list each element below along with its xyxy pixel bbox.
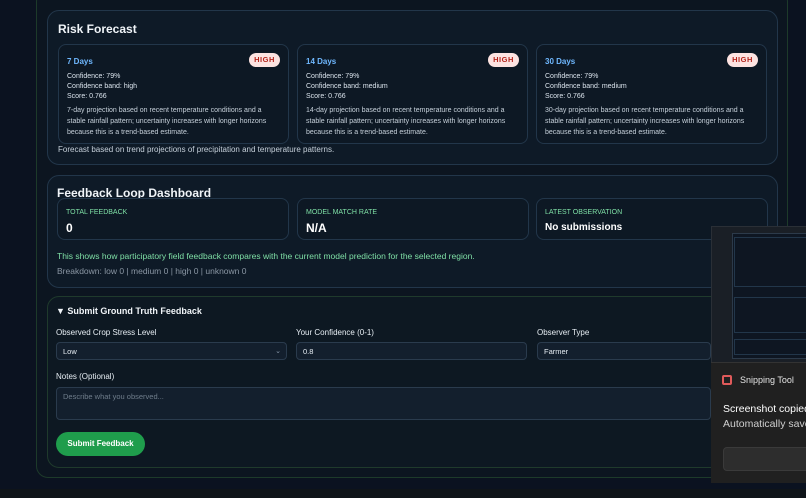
snipping-tool-icon [722,375,732,385]
forecast-band: Confidence band: medium [545,83,627,90]
snipping-tool-name: Snipping Tool [740,375,794,385]
metric-value: N/A [306,221,327,235]
submit-feedback-card [47,296,778,468]
forecast-days: 30 Days [545,57,576,66]
forecast-score: Score: 0.766 [545,93,585,100]
thumbnail-block [734,339,806,355]
risk-badge: HIGH [488,53,519,67]
thumbnail-block [734,297,806,333]
metric-total-feedback: TOTAL FEEDBACK 0 [57,198,289,240]
thumbnail-block [734,237,806,287]
observer-type-label: Observer Type [537,328,590,337]
forecast-band: Confidence band: medium [306,83,388,90]
forecast-score: Score: 0.766 [67,93,107,100]
metric-label: TOTAL FEEDBACK [66,209,128,216]
chevron-down-icon: ⌄ [275,348,281,355]
stress-level-label: Observed Crop Stress Level [56,328,157,337]
notes-textarea[interactable]: Describe what you observed... [56,387,711,420]
stress-level-select[interactable]: Low ⌄ [56,342,287,360]
confidence-label: Your Confidence (0-1) [296,328,374,337]
forecast-description: 7-day projection based on recent tempera… [67,107,267,136]
observer-type-select[interactable]: Farmer [537,342,711,360]
snipping-message: Screenshot copied [723,403,806,415]
risk-badge: HIGH [249,53,280,67]
snipping-sub: Automatically save [723,418,806,430]
forecast-card-30: 30 Days HIGH Confidence: 79% Confidence … [536,44,767,144]
forecast-card-7: 7 Days HIGH Confidence: 79% Confidence b… [58,44,289,144]
snipping-tool-toast[interactable]: Snipping Tool Screenshot copied Automati… [711,362,806,483]
forecast-days: 7 Days [67,57,93,66]
forecast-description: 14-day projection based on recent temper… [306,107,506,136]
metric-label: LATEST OBSERVATION [545,209,623,216]
forecast-confidence: Confidence: 79% [306,73,360,80]
metric-label: MODEL MATCH RATE [306,209,378,216]
risk-forecast-card: Risk Forecast 7 Days HIGH Confidence: 79… [47,10,778,165]
metric-model-match-rate: MODEL MATCH RATE N/A [297,198,529,240]
feedback-breakdown: Breakdown: low 0 | medium 0 | high 0 | u… [57,266,247,276]
forecast-confidence: Confidence: 79% [545,73,599,80]
forecast-band: Confidence band: high [67,83,138,90]
metric-value: No submissions [545,222,623,233]
risk-badge: HIGH [727,53,758,67]
feedback-dashboard-card: Feedback Loop Dashboard TOTAL FEEDBACK 0… [47,175,778,288]
submit-feedback-toggle[interactable]: ▼ Submit Ground Truth Feedback [56,306,202,316]
forecast-confidence: Confidence: 79% [67,73,121,80]
taskbar [0,489,806,498]
forecast-description: 30-day projection based on recent temper… [545,107,745,136]
submit-feedback-button[interactable]: Submit Feedback [56,432,145,456]
feedback-description: This shows how participatory field feedb… [57,251,475,261]
stress-level-value: Low [63,347,77,356]
notes-label: Notes (Optional) [56,372,115,381]
notes-placeholder: Describe what you observed... [63,392,164,401]
forecast-days: 14 Days [306,57,337,66]
snipping-action-button[interactable] [723,447,806,471]
forecast-card-14: 14 Days HIGH Confidence: 79% Confidence … [297,44,528,144]
metric-value: 0 [66,221,73,235]
confidence-input[interactable]: 0.8 [296,342,527,360]
risk-forecast-title: Risk Forecast [58,22,137,36]
forecast-score: Score: 0.766 [306,93,346,100]
forecast-footnote: Forecast based on trend projections of p… [58,145,335,154]
